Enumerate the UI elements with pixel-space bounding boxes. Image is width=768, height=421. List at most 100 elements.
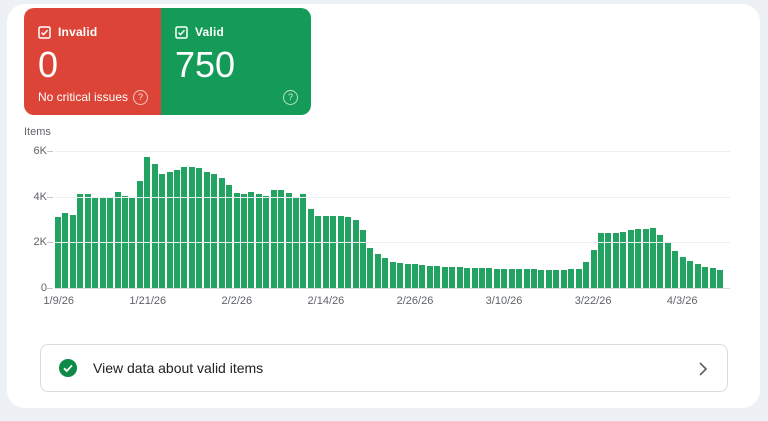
chart-bar[interactable] bbox=[560, 269, 567, 288]
valid-card-header: Valid bbox=[175, 25, 297, 39]
chart-bar[interactable] bbox=[575, 268, 582, 288]
chart-bar[interactable] bbox=[211, 173, 218, 288]
chart-bar[interactable] bbox=[315, 216, 322, 288]
chart-bar[interactable] bbox=[84, 194, 91, 288]
chart-bar[interactable] bbox=[657, 235, 664, 288]
chart-bar[interactable] bbox=[203, 171, 210, 288]
chart-bar[interactable] bbox=[255, 194, 262, 288]
chart-bar[interactable] bbox=[471, 267, 478, 288]
chart-bar[interactable] bbox=[434, 266, 441, 288]
invalid-card[interactable]: Invalid 0 No critical issues ? bbox=[24, 8, 161, 115]
checked-checkbox-icon[interactable] bbox=[175, 25, 188, 39]
chart-bar[interactable] bbox=[367, 248, 374, 288]
help-icon[interactable]: ? bbox=[283, 90, 298, 105]
chart-bar[interactable] bbox=[694, 264, 701, 288]
chart-bar[interactable] bbox=[144, 156, 151, 288]
chart-bar[interactable] bbox=[352, 219, 359, 288]
valid-card-label: Valid bbox=[195, 25, 225, 39]
chart-bar[interactable] bbox=[397, 262, 404, 288]
chart-bar[interactable] bbox=[486, 268, 493, 288]
x-axis-label: 1/9/26 bbox=[43, 295, 74, 307]
chart-bar[interactable] bbox=[248, 192, 255, 288]
help-icon[interactable]: ? bbox=[133, 90, 148, 105]
chart-bar[interactable] bbox=[307, 209, 314, 288]
chart-bar[interactable] bbox=[702, 267, 709, 288]
chart-bar[interactable] bbox=[62, 212, 69, 288]
chart-bar[interactable] bbox=[337, 216, 344, 288]
chart-bar[interactable] bbox=[151, 163, 158, 288]
view-valid-items-button[interactable]: View data about valid items bbox=[40, 344, 728, 392]
chart-bar[interactable] bbox=[449, 267, 456, 288]
chart-bar[interactable] bbox=[635, 229, 642, 288]
chart-bar[interactable] bbox=[114, 192, 121, 288]
chart-bar[interactable] bbox=[456, 267, 463, 288]
chart-bar[interactable] bbox=[374, 253, 381, 288]
chart-bar[interactable] bbox=[650, 227, 657, 288]
chart-bar[interactable] bbox=[345, 217, 352, 288]
chart-bar[interactable] bbox=[174, 170, 181, 288]
chart-bar[interactable] bbox=[300, 194, 307, 288]
valid-count: 750 bbox=[175, 44, 236, 85]
valid-card[interactable]: Valid 750 ? bbox=[161, 8, 311, 115]
chart-bar[interactable] bbox=[568, 269, 575, 288]
x-axis-label: 4/3/26 bbox=[666, 295, 698, 307]
chart-bar[interactable] bbox=[270, 189, 277, 288]
chart-bar[interactable] bbox=[77, 194, 84, 288]
chart-bar[interactable] bbox=[278, 189, 285, 288]
chart-bar[interactable] bbox=[664, 243, 671, 288]
chart-bar[interactable] bbox=[672, 251, 679, 288]
chart-bar[interactable] bbox=[188, 166, 195, 288]
chart-bar[interactable] bbox=[226, 185, 233, 288]
chart-bar[interactable] bbox=[233, 193, 240, 288]
chart-bar[interactable] bbox=[538, 269, 545, 288]
chart-bar[interactable] bbox=[553, 269, 560, 288]
chart-bar[interactable] bbox=[716, 270, 723, 288]
chart-bar[interactable] bbox=[419, 265, 426, 288]
chart-bar[interactable] bbox=[412, 264, 419, 288]
chart-bar[interactable] bbox=[196, 168, 203, 288]
gridline bbox=[55, 196, 730, 198]
invalid-count: 0 bbox=[38, 44, 59, 85]
chart-bar[interactable] bbox=[620, 232, 627, 288]
chart-bar[interactable] bbox=[322, 216, 329, 288]
check-circle-icon bbox=[59, 359, 77, 377]
chart-bar[interactable] bbox=[240, 194, 247, 288]
chart-bar[interactable] bbox=[389, 261, 396, 288]
chart-bar[interactable] bbox=[359, 229, 366, 288]
chart-bar[interactable] bbox=[330, 216, 337, 288]
chart-bar[interactable] bbox=[218, 178, 225, 288]
chart-bar[interactable] bbox=[516, 269, 523, 288]
y-axis-label: 6K bbox=[33, 145, 47, 157]
chart-bar[interactable] bbox=[464, 267, 471, 288]
chart-bar[interactable] bbox=[382, 258, 389, 288]
chart-bar[interactable] bbox=[627, 230, 634, 288]
chart-bar[interactable] bbox=[404, 264, 411, 288]
chart-bar[interactable] bbox=[441, 266, 448, 288]
chart-bar[interactable] bbox=[679, 256, 686, 288]
chart-bar[interactable] bbox=[69, 214, 76, 288]
chart-bar[interactable] bbox=[709, 268, 716, 288]
chart-bar[interactable] bbox=[285, 193, 292, 288]
y-axis-tick bbox=[47, 196, 53, 198]
chart-bar[interactable] bbox=[642, 228, 649, 288]
chart-bar[interactable] bbox=[590, 250, 597, 288]
chart-bar[interactable] bbox=[508, 268, 515, 288]
chart-bar[interactable] bbox=[523, 269, 530, 288]
chart-bar[interactable] bbox=[583, 262, 590, 288]
chart-bar[interactable] bbox=[426, 265, 433, 288]
x-axis-label: 2/26/26 bbox=[396, 295, 434, 307]
checked-checkbox-icon[interactable] bbox=[38, 25, 51, 39]
chart-bar[interactable] bbox=[687, 261, 694, 288]
chart-bar[interactable] bbox=[159, 173, 166, 288]
x-axis-label: 2/14/26 bbox=[307, 295, 345, 307]
chart-bar[interactable] bbox=[531, 269, 538, 288]
chart-bar[interactable] bbox=[55, 217, 62, 288]
chart-bar[interactable] bbox=[166, 171, 173, 288]
chart-bar[interactable] bbox=[181, 166, 188, 288]
chart-bar[interactable] bbox=[597, 232, 604, 288]
chart-bar[interactable] bbox=[493, 268, 500, 288]
chart-bar[interactable] bbox=[545, 269, 552, 288]
status-cards: Invalid 0 No critical issues ? Valid 750… bbox=[24, 8, 311, 115]
chart-bar[interactable] bbox=[478, 268, 485, 288]
chart-bar[interactable] bbox=[501, 268, 508, 288]
